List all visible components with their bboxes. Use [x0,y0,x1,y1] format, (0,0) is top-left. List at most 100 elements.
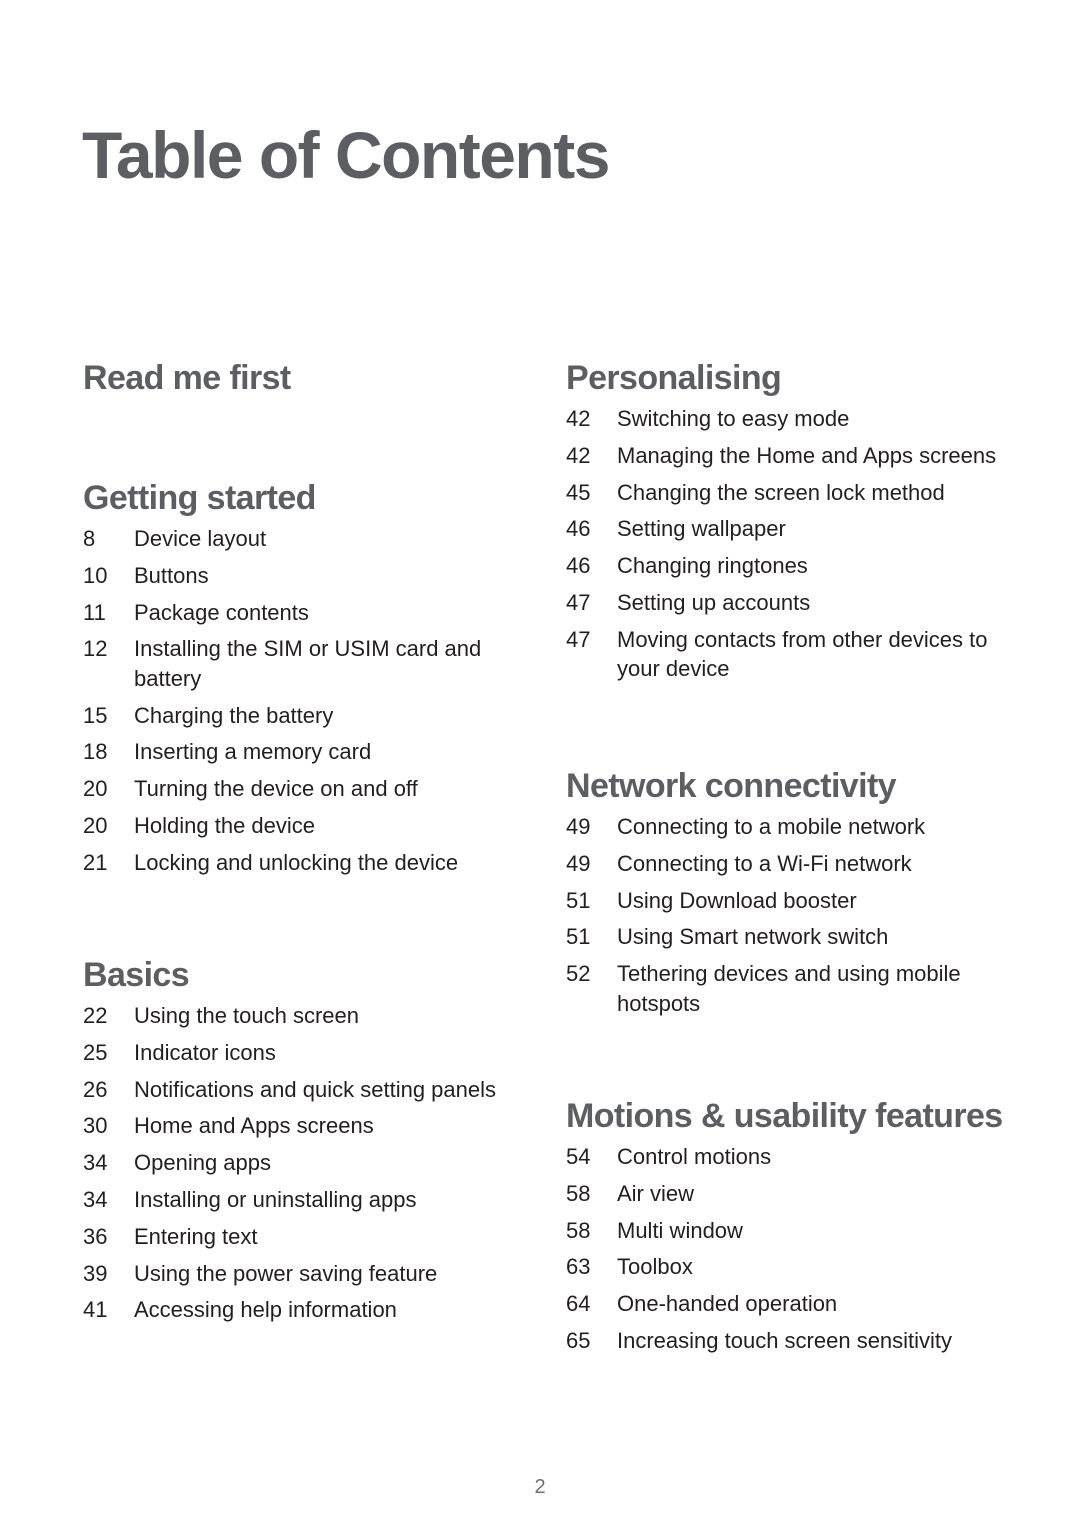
entry-title: Connecting to a mobile network [617,814,926,839]
entry-page-number: 58 [566,1217,591,1243]
toc-entry[interactable]: 58 Air view [566,1179,1006,1209]
toc-entry[interactable]: 18 Inserting a memory card [83,737,523,767]
entry-page-number: 10 [83,562,108,588]
toc-entry[interactable]: 46 Changing ringtones [566,551,1006,581]
toc-entry[interactable]: 51 Using Download booster [566,886,1006,916]
entry-title: Toolbox [617,1254,693,1280]
entry-title: Moving contacts from other devices to yo… [617,626,988,682]
entry-page-number: 36 [83,1223,108,1249]
toc-section-network-connectivity: Network connectivity 49 Connecting to a m… [566,766,1006,1096]
entry-page-number: 51 [566,887,591,913]
entry-title: Home and Apps screens [134,1113,374,1139]
toc-entry[interactable]: 12 Installing the SIM or USIM card and ba… [83,634,523,693]
entry-page-number: 30 [83,1113,108,1139]
toc-entry[interactable]: 52 Tethering devices and using mobile hot… [566,959,1006,1018]
toc-entry[interactable]: 42 Managing the Home and Apps screens [566,441,1006,471]
section-heading[interactable]: Motions & usability features [566,1096,1006,1142]
toc-entry[interactable]: 15 Charging the battery [83,701,523,731]
toc-entry[interactable]: 51 Using Smart network switch [566,922,1006,952]
toc-entry[interactable]: 49 Connecting to a mobile network [566,812,1006,842]
entry-page-number: 46 [566,516,591,542]
entry-page-number: 45 [566,479,591,505]
section-heading[interactable]: Read me first [83,358,523,404]
section-heading[interactable]: Network connectivity [566,766,1006,812]
toc-entry[interactable]: 11 Package contents [83,598,523,628]
entry-page-number: 54 [566,1144,591,1169]
section-heading[interactable]: Personalising [566,358,1006,404]
entry-page-number: 22 [83,1003,108,1028]
toc-entry-list: 22 Using the touch screen 25 Indicator ico… [83,1001,523,1325]
entry-title: Package contents [134,599,309,625]
entry-page-number: 21 [83,849,108,875]
toc-entry-list: 54 Control motions 58 Air view 58 Multi win… [566,1142,1006,1355]
entry-title: Setting up accounts [617,589,811,615]
entry-title: Tethering devices and using mobile hotsp… [617,961,961,1016]
entry-title: Charging the battery [134,702,334,728]
toc-entry-list: 8 Device layout 10 Buttons 11 Package conte… [83,524,523,877]
entry-title: Holding the device [134,813,316,839]
entry-title: Changing the screen lock method [617,479,945,505]
section-heading[interactable]: Getting started [83,478,523,524]
entry-page-number: 34 [83,1150,108,1176]
entry-page-number: 49 [566,850,591,876]
toc-entry[interactable]: 39 Using the power saving feature [83,1259,523,1289]
toc-section-read-me-first: Read me first [83,358,523,478]
toc-entry[interactable]: 65 Increasing touch screen sensitivity [566,1326,1006,1356]
entry-page-number: 15 [83,702,108,728]
toc-entry[interactable]: 64 One-handed operation [566,1289,1006,1319]
toc-entry-list: 49 Connecting to a mobile network 49 Conne… [566,812,1006,1018]
toc-entry[interactable]: 34 Installing or uninstalling apps [83,1185,523,1215]
page-title: Table of Contents [82,118,610,192]
entry-page-number: 20 [83,776,108,802]
entry-page-number: 41 [83,1297,108,1323]
entry-page-number: 64 [566,1291,591,1317]
toc-entry[interactable]: 25 Indicator icons [83,1038,523,1068]
entry-page-number: 34 [83,1186,108,1212]
toc-entry[interactable]: 47 Moving contacts from other devices to … [566,625,1006,684]
entry-page-number: 49 [566,814,591,839]
entry-page-number: 65 [566,1327,591,1353]
entry-title: Inserting a memory card [134,739,372,765]
entry-title: Using the touch screen [134,1003,360,1028]
toc-entry[interactable]: 63 Toolbox [566,1252,1006,1282]
toc-entry[interactable]: 8 Device layout [83,524,523,554]
entry-title: Accessing help information [134,1297,397,1323]
toc-entry[interactable]: 20 Turning the device on and off [83,774,523,804]
entry-title: Multi window [617,1217,743,1243]
toc-entry[interactable]: 41 Accessing help information [83,1295,523,1325]
section-heading[interactable]: Basics [83,955,523,1001]
toc-entry[interactable]: 58 Multi window [566,1216,1006,1246]
entry-title: Changing ringtones [617,553,808,579]
entry-title: Turning the device on and off [134,776,418,802]
entry-title: Opening apps [134,1150,271,1176]
toc-entry[interactable]: 36 Entering text [83,1222,523,1252]
entry-title: Installing or uninstalling apps [134,1186,417,1212]
entry-page-number: 47 [566,589,591,615]
toc-entry[interactable]: 34 Opening apps [83,1148,523,1178]
toc-entry[interactable]: 42 Switching to easy mode [566,404,1006,434]
entry-title: Using Smart network switch [617,924,889,950]
entry-page-number: 58 [566,1180,591,1206]
toc-entry[interactable]: 45 Changing the screen lock method [566,478,1006,508]
toc-entry[interactable]: 49 Connecting to a Wi-Fi network [566,849,1006,879]
toc-entry[interactable]: 22 Using the touch screen [83,1001,523,1031]
entry-page-number: 12 [83,636,108,662]
toc-right-column: Personalising 42 Switching to easy mode 4… [566,358,1006,1363]
toc-entry[interactable]: 46 Setting wallpaper [566,514,1006,544]
entry-title: Buttons [134,562,209,588]
entry-page-number: 42 [566,442,591,468]
entry-title: Device layout [134,526,267,551]
entry-page-number: 42 [566,406,591,431]
entry-page-number: 20 [83,813,108,839]
toc-section-motions-usability: Motions & usability features 54 Control m… [566,1096,1006,1355]
toc-entry[interactable]: 47 Setting up accounts [566,588,1006,618]
toc-entry[interactable]: 21 Locking and unlocking the device [83,848,523,878]
entry-page-number: 47 [566,626,591,652]
toc-entry[interactable]: 30 Home and Apps screens [83,1111,523,1141]
toc-entry[interactable]: 20 Holding the device [83,811,523,841]
toc-left-column: Read me first Getting started 8 Device la… [83,358,523,1332]
toc-entry[interactable]: 26 Notifications and quick setting panels [83,1075,523,1105]
toc-entry[interactable]: 54 Control motions [566,1142,1006,1172]
toc-section-personalising: Personalising 42 Switching to easy mode 4… [566,358,1006,766]
toc-entry[interactable]: 10 Buttons [83,561,523,591]
